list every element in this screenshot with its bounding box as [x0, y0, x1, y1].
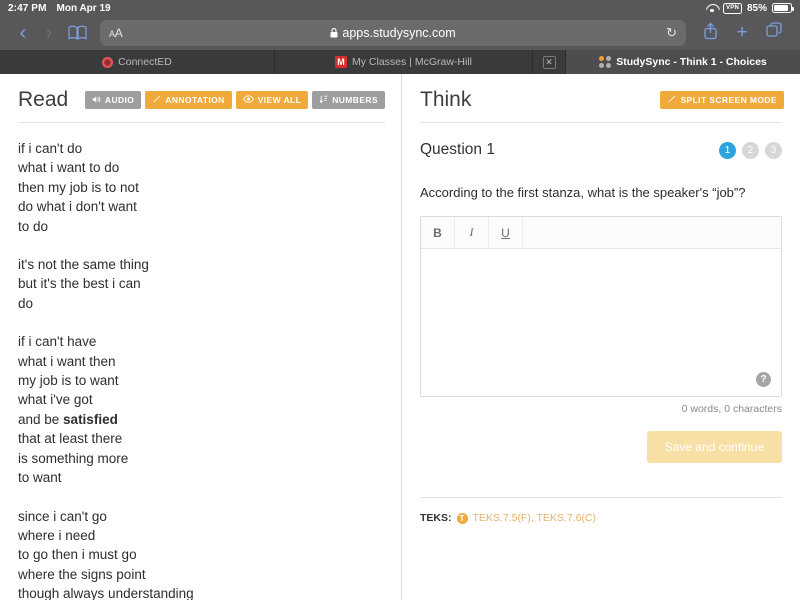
lock-icon — [330, 28, 338, 38]
url-display: apps.studysync.com — [100, 26, 686, 40]
address-bar[interactable]: AA apps.studysync.com ↻ — [100, 20, 686, 46]
wifi-icon — [706, 3, 718, 13]
pager-item-1[interactable]: 1 — [719, 142, 736, 159]
url-text: apps.studysync.com — [342, 26, 455, 40]
forward-button[interactable]: › — [36, 23, 62, 43]
save-and-continue-button[interactable]: Save and continue — [647, 431, 782, 463]
editor-toolbar: B I U — [421, 217, 781, 249]
annotation-button-label: ANNOTATION — [165, 95, 224, 105]
mcgraw-hill-m-icon: M — [335, 56, 347, 68]
vpn-badge: VPN — [723, 3, 742, 14]
status-date: Mon Apr 19 — [57, 3, 111, 14]
annotation-button[interactable]: ANNOTATION — [145, 91, 231, 109]
battery-icon — [772, 3, 792, 13]
browser-tab-strip: ConnectED M My Classes | McGraw-Hill ✕ S… — [0, 50, 800, 74]
read-toolbar: AUDIO ANNOTATION VIEW ALL — [85, 91, 385, 109]
back-button[interactable]: ‹ — [10, 23, 36, 43]
status-time: 2:47 PM — [8, 3, 47, 14]
speaker-icon — [92, 95, 101, 106]
split-screen-mode-button[interactable]: SPLIT SCREEN MODE — [660, 91, 784, 109]
ios-status-bar: 2:47 PM Mon Apr 19 VPN 85% — [0, 0, 800, 16]
teks-value: TEKS.7.5(F), TEKS.7.6(C) — [473, 512, 597, 524]
question-pager: 1 2 3 — [719, 142, 782, 159]
poem-text: if i can't dowhat i want to dothen my jo… — [0, 123, 401, 600]
think-title: Think — [420, 88, 471, 112]
share-icon[interactable] — [694, 22, 726, 45]
status-right-cluster: VPN 85% — [706, 3, 792, 14]
numbers-button[interactable]: NUMBERS — [312, 91, 385, 109]
studysync-dots-icon — [599, 56, 611, 68]
save-row: Save and continue — [402, 415, 800, 463]
new-tab-button[interactable]: + — [726, 22, 758, 44]
help-icon[interactable]: ? — [756, 372, 771, 387]
think-pane-header: Think SPLIT SCREEN MODE — [402, 74, 800, 122]
view-all-button[interactable]: VIEW ALL — [236, 91, 309, 109]
split-screen-mode-label: SPLIT SCREEN MODE — [680, 95, 777, 105]
browser-tab-label: My Classes | McGraw-Hill — [352, 56, 472, 68]
teks-label: TEKS: — [420, 512, 452, 524]
teks-standards: TEKS: T TEKS.7.5(F), TEKS.7.6(C) — [402, 498, 800, 524]
browser-tab-my-classes[interactable]: M My Classes | McGraw-Hill — [275, 50, 533, 74]
think-pane: Think SPLIT SCREEN MODE Question 1 1 2 3… — [402, 74, 800, 600]
question-text: According to the first stanza, what is t… — [402, 159, 800, 200]
think-toolbar: SPLIT SCREEN MODE — [660, 91, 784, 109]
pencil-icon — [152, 95, 161, 106]
close-icon[interactable]: ✕ — [543, 56, 556, 69]
poem-stanza: if i can't dowhat i want to dothen my jo… — [18, 139, 383, 236]
underline-button[interactable]: U — [489, 217, 523, 248]
connected-logo-icon — [102, 57, 113, 68]
browser-tab-studysync[interactable]: StudySync - Think 1 - Choices — [566, 50, 800, 74]
tabs-overview-icon[interactable] — [758, 22, 790, 44]
page-title: Read — [18, 88, 68, 112]
answer-editor: B I U ? — [420, 216, 782, 397]
pager-item-3[interactable]: 3 — [765, 142, 782, 159]
read-pane-header: Read AUDIO ANNOTATION — [0, 74, 401, 122]
read-pane: Read AUDIO ANNOTATION — [0, 74, 402, 600]
browser-tab-close-slot[interactable]: ✕ — [533, 50, 566, 74]
poem-stanza: since i can't gowhere i needto go then i… — [18, 507, 383, 600]
poem-stanza: it's not the same thingbut it's the best… — [18, 255, 383, 313]
question-label: Question 1 — [420, 141, 495, 159]
word-count: 0 words, 0 characters — [402, 397, 800, 415]
bookmarks-icon[interactable] — [62, 25, 92, 41]
page-body: Read AUDIO ANNOTATION — [0, 74, 800, 600]
browser-tab-label: StudySync - Think 1 - Choices — [616, 56, 767, 68]
numbers-button-label: NUMBERS — [332, 95, 378, 105]
audio-button-label: AUDIO — [105, 95, 134, 105]
pencil-icon — [667, 95, 676, 106]
italic-button[interactable]: I — [455, 217, 489, 248]
poem-stanza: if i can't havewhat i want thenmy job is… — [18, 332, 383, 487]
browser-tab-label: ConnectED — [118, 56, 172, 68]
browser-toolbar: ‹ › AA apps.studysync.com ↻ + — [0, 16, 800, 50]
reload-icon[interactable]: ↻ — [666, 25, 677, 41]
bold-button[interactable]: B — [421, 217, 455, 248]
battery-percent: 85% — [747, 3, 767, 14]
question-header: Question 1 1 2 3 — [402, 123, 800, 159]
audio-button[interactable]: AUDIO — [85, 91, 141, 109]
answer-input[interactable]: ? — [421, 249, 781, 396]
pager-item-2[interactable]: 2 — [742, 142, 759, 159]
teks-info-icon[interactable]: T — [457, 513, 468, 524]
browser-tab-connected[interactable]: ConnectED — [0, 50, 275, 74]
view-all-button-label: VIEW ALL — [258, 95, 302, 105]
eye-icon — [243, 95, 254, 105]
sort-numbers-icon — [319, 95, 328, 106]
